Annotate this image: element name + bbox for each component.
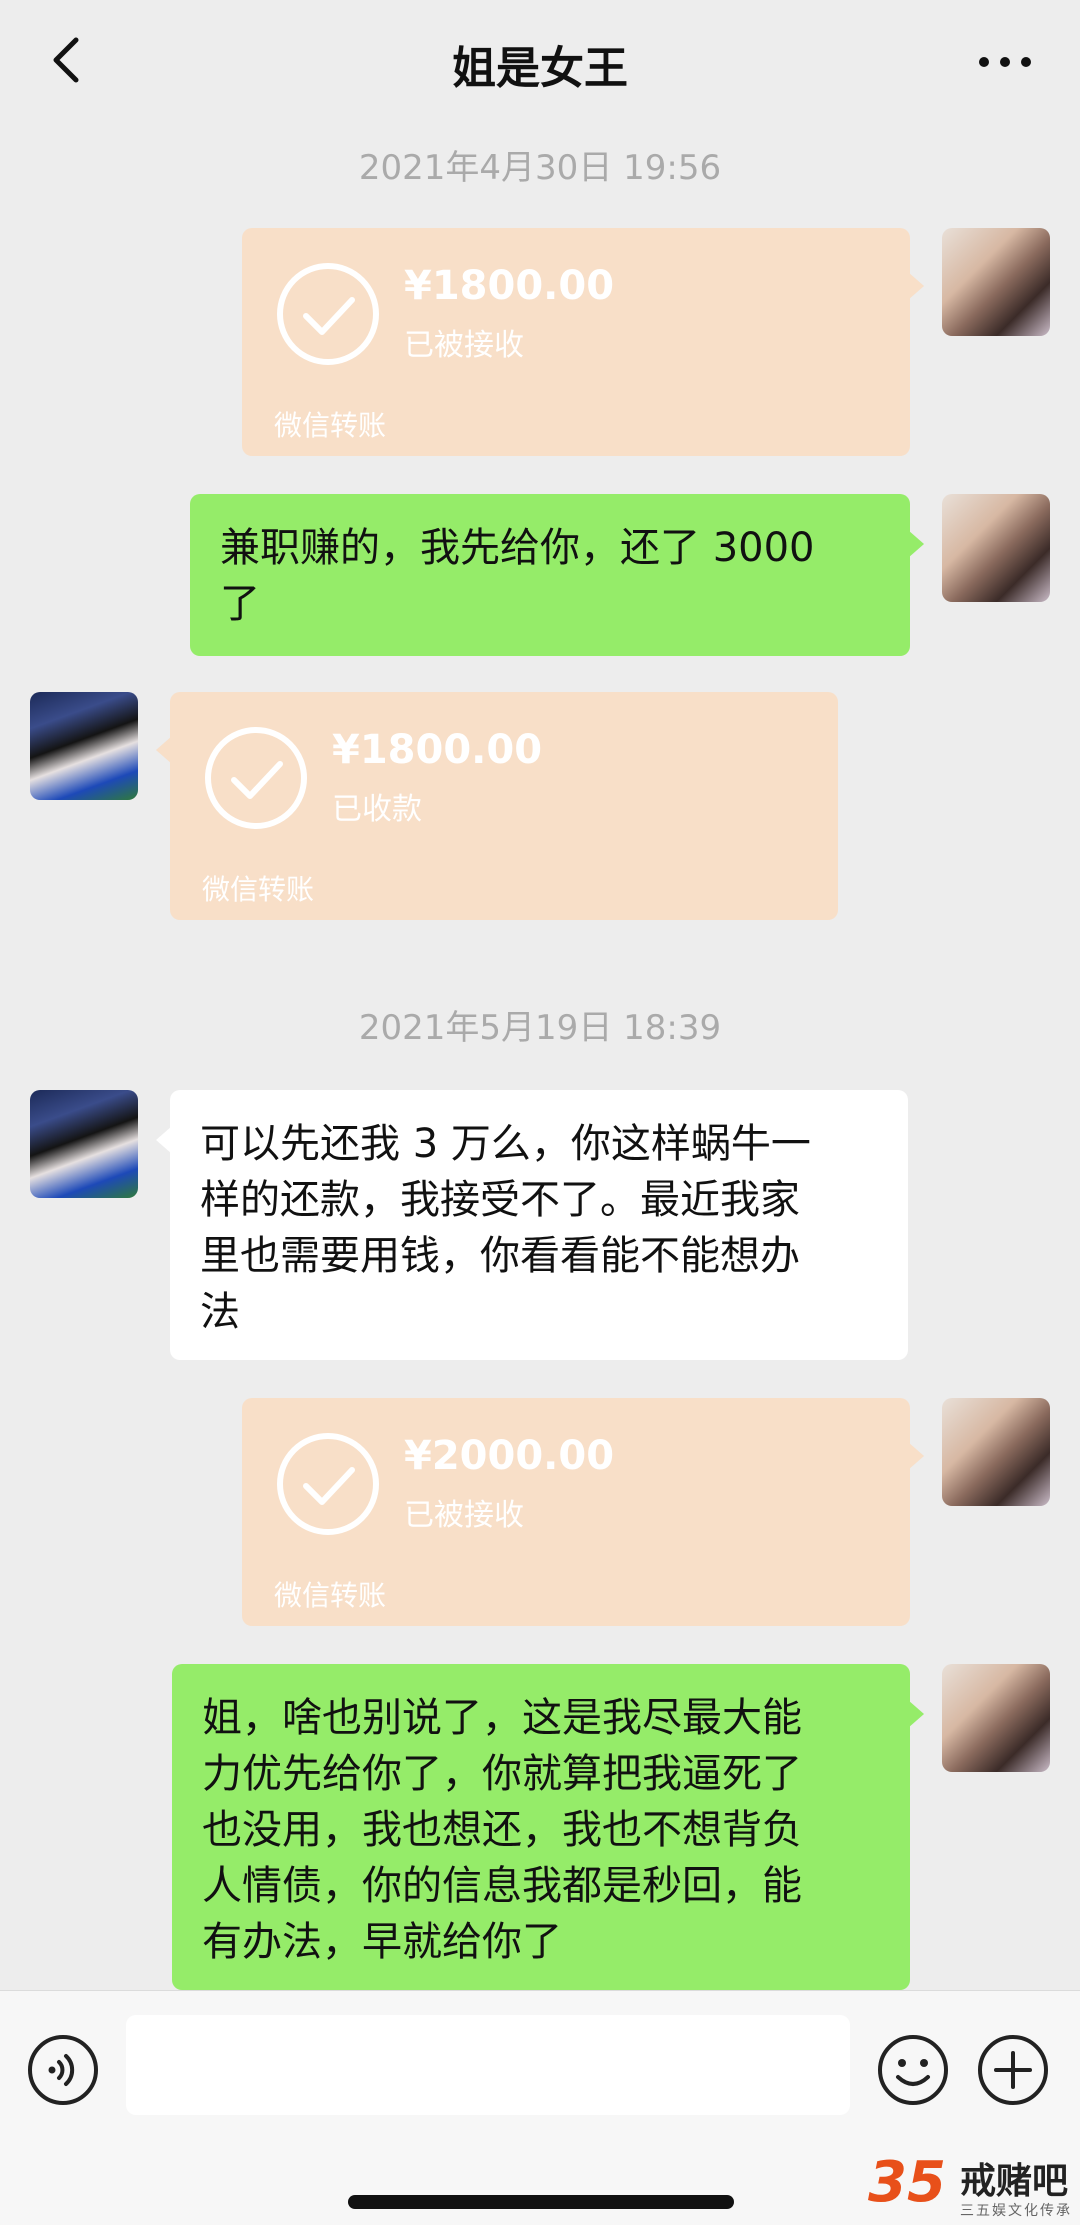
voice-icon: [28, 2035, 98, 2105]
chat-header: 姐是女王: [0, 0, 1080, 125]
contact-avatar[interactable]: [30, 692, 138, 800]
bubble-tail: [156, 736, 172, 764]
watermark-logo: 35: [868, 2150, 946, 2215]
plus-icon: [978, 2035, 1048, 2105]
message-line: 样的还款，我接受不了。最近我家: [200, 1177, 800, 1223]
transfer-card[interactable]: ¥1800.00 已被接收 微信转账: [242, 228, 924, 456]
check-circle-icon: [277, 1433, 379, 1535]
watermark: 35 戒赌吧 三五娱文化传承: [868, 2150, 1080, 2225]
transfer-label: 微信转账: [274, 1579, 387, 1612]
transfer-status: 已被接收: [404, 328, 524, 363]
more-horizontal-icon: [979, 57, 1031, 67]
message-line: 兼职赚的，我先给你，还了 3000: [220, 525, 815, 571]
transfer-label: 微信转账: [202, 873, 315, 906]
emoji-button[interactable]: [876, 2033, 950, 2107]
my-message-bubble[interactable]: 兼职赚的，我先给你，还了 3000 了: [190, 494, 924, 656]
my-avatar[interactable]: [942, 1664, 1050, 1772]
transfer-card[interactable]: ¥1800.00 已收款 微信转账: [156, 692, 838, 920]
message-line: 了: [220, 581, 260, 627]
home-indicator: [348, 2195, 734, 2209]
message-line: 有办法，早就给你了: [202, 1919, 562, 1965]
check-circle-icon: [277, 263, 379, 365]
voice-button[interactable]: [26, 2033, 100, 2107]
emoji-icon: [878, 2035, 948, 2105]
timestamp: 2021年4月30日 19:56: [358, 148, 722, 188]
bubble-tail: [908, 1442, 924, 1470]
transfer-label: 微信转账: [274, 409, 387, 442]
timestamp: 2021年5月19日 18:39: [358, 1008, 722, 1048]
contact-avatar[interactable]: [30, 1090, 138, 1198]
transfer-amount: ¥2000.00: [404, 1433, 615, 1479]
transfer-status: 已被接收: [404, 1498, 524, 1533]
my-avatar[interactable]: [942, 494, 1050, 602]
message-line: 可以先还我 3 万么，你这样蜗牛一: [200, 1121, 811, 1167]
chat-title: 姐是女王: [452, 43, 628, 94]
more-button[interactable]: [970, 30, 1040, 90]
transfer-status: 已收款: [332, 792, 422, 827]
message-line: 姐，啥也别说了，这是我尽最大能: [202, 1695, 802, 1741]
message-line: 法: [200, 1289, 240, 1335]
message-line: 力优先给你了，你就算把我逼死了: [202, 1751, 802, 1797]
plus-button[interactable]: [976, 2033, 1050, 2107]
watermark-subtext: 三五娱文化传承: [960, 2203, 1072, 2219]
transfer-card[interactable]: ¥2000.00 已被接收 微信转账: [242, 1398, 924, 1626]
message-line: 人情债，你的信息我都是秒回，能: [202, 1863, 802, 1909]
check-circle-icon: [205, 727, 307, 829]
bubble-tail: [908, 272, 924, 300]
my-avatar[interactable]: [942, 1398, 1050, 1506]
transfer-amount: ¥1800.00: [404, 263, 615, 309]
contact-message-bubble[interactable]: 可以先还我 3 万么，你这样蜗牛一 样的还款，我接受不了。最近我家 里也需要用钱…: [156, 1090, 908, 1360]
message-line: 也没用，我也想还，我也不想背负: [202, 1807, 802, 1853]
transfer-amount: ¥1800.00: [332, 727, 543, 773]
message-line: 里也需要用钱，你看看能不能想办: [200, 1233, 800, 1279]
watermark-text: 戒赌吧: [960, 2161, 1069, 2202]
my-avatar[interactable]: [942, 228, 1050, 336]
message-input[interactable]: [126, 2015, 850, 2115]
my-message-bubble[interactable]: 姐，啥也别说了，这是我尽最大能 力优先给你了，你就算把我逼死了 也没用，我也想还…: [172, 1664, 924, 1990]
